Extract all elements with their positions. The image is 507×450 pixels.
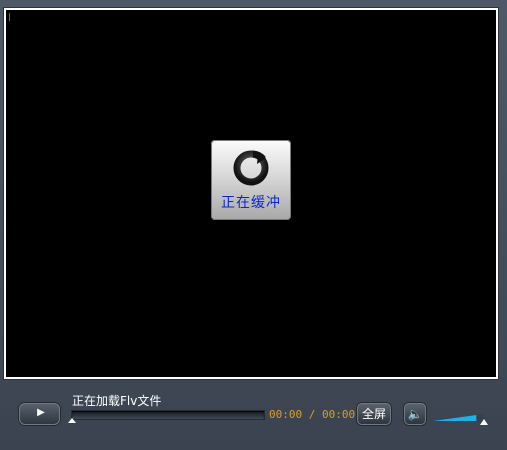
play-button[interactable]: ▶ [19, 403, 60, 425]
control-bar: ▶ 正在加载Flv文件 00:00 / 00:00 全屏 🔈 [0, 382, 507, 450]
progress-handle[interactable] [68, 418, 76, 423]
time-display: 00:00 / 00:00 [269, 408, 356, 421]
buffering-label: 正在缓冲 [221, 195, 281, 211]
speaker-icon: 🔈 [407, 407, 423, 421]
fullscreen-button[interactable]: 全屏 [357, 403, 391, 425]
progress-bar[interactable] [71, 410, 265, 420]
volume-button[interactable]: 🔈 [404, 403, 426, 425]
refresh-icon [233, 150, 269, 186]
loading-status: 正在加载Flv文件 [72, 394, 162, 408]
video-player[interactable]: 正在缓冲 [4, 8, 498, 379]
play-icon: ▶ [37, 407, 45, 418]
buffering-indicator: 正在缓冲 [211, 140, 291, 220]
cursor-mark [9, 13, 10, 21]
volume-slider[interactable] [432, 410, 490, 425]
